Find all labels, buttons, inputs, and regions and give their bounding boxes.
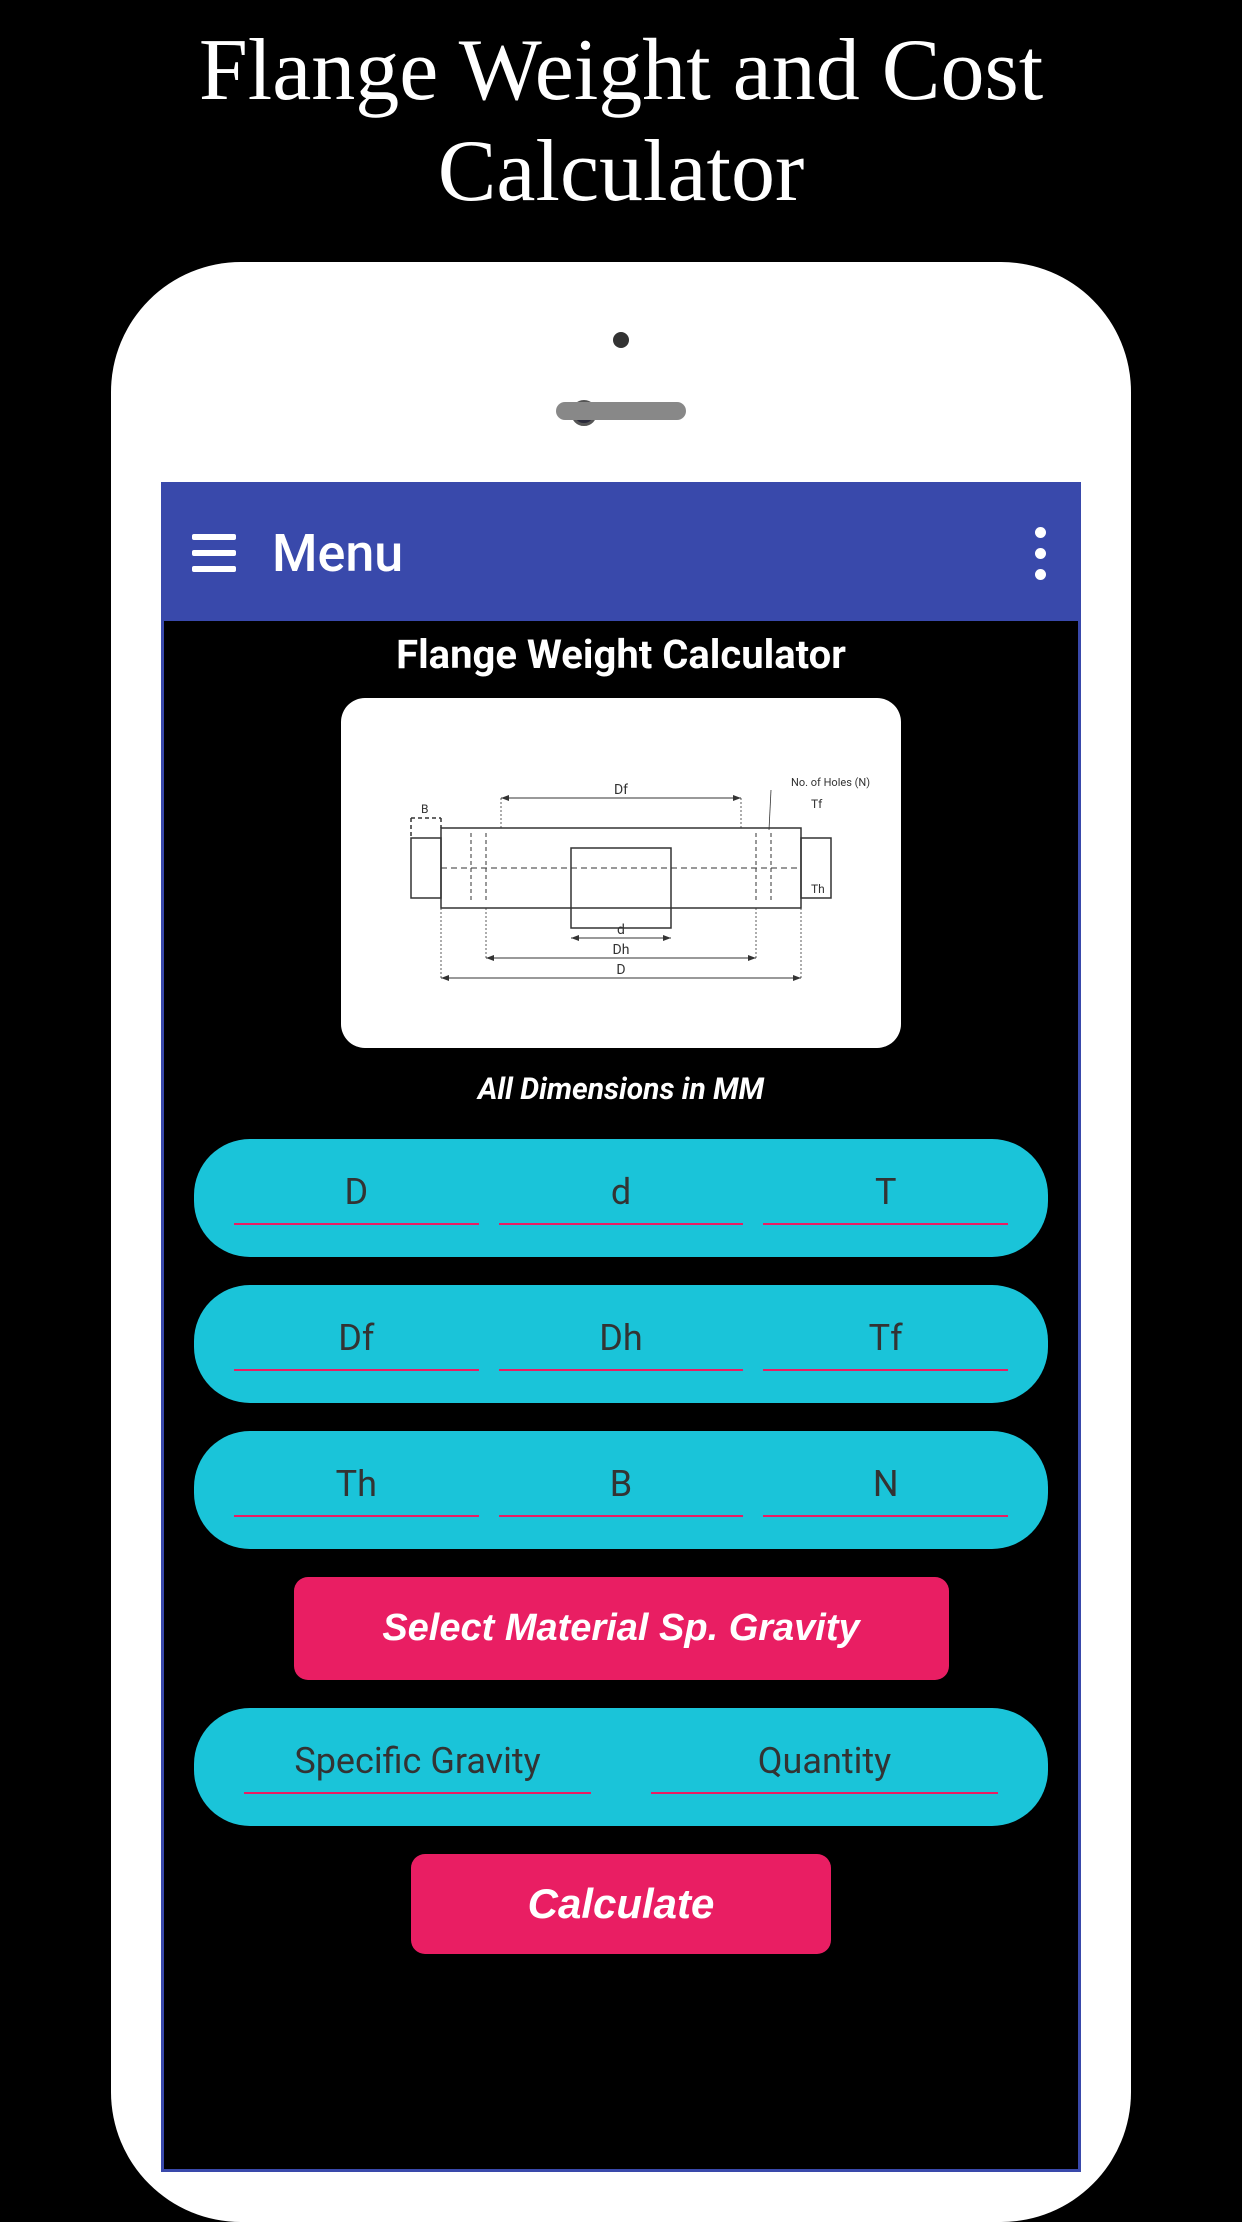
input-specific-gravity[interactable]: Specific Gravity — [244, 1740, 591, 1794]
select-material-button[interactable]: Select Material Sp. Gravity — [294, 1577, 949, 1680]
phone-frame: Menu Flange Weight Calculator — [111, 262, 1131, 2222]
input-d-lower[interactable]: d — [499, 1171, 744, 1225]
svg-text:Th: Th — [811, 882, 825, 896]
dimensions-note: All Dimensions in MM — [194, 1072, 1048, 1107]
promo-title: Flange Weight and Cost Calculator — [0, 0, 1242, 242]
input-th[interactable]: Th — [234, 1463, 479, 1517]
input-df[interactable]: Df — [234, 1317, 479, 1371]
input-b[interactable]: B — [499, 1463, 744, 1517]
input-dh[interactable]: Dh — [499, 1317, 744, 1371]
flange-diagram: Df d Dh — [341, 698, 901, 1048]
app-bar-title: Menu — [272, 523, 403, 584]
svg-text:D: D — [616, 962, 625, 978]
input-row-4: Specific Gravity Quantity — [194, 1708, 1048, 1826]
input-row-2: Df Dh Tf — [194, 1285, 1048, 1403]
kebab-menu-icon[interactable] — [1035, 527, 1046, 580]
input-tf[interactable]: Tf — [763, 1317, 1008, 1371]
app-screen: Menu Flange Weight Calculator — [161, 482, 1081, 2172]
svg-text:No. of Holes (N): No. of Holes (N) — [791, 776, 870, 789]
phone-speaker — [556, 402, 686, 420]
flange-schematic-svg: Df d Dh — [371, 758, 871, 1008]
input-t-upper[interactable]: T — [763, 1171, 1008, 1225]
svg-text:Df: Df — [614, 782, 628, 798]
page-title: Flange Weight Calculator — [194, 631, 1048, 678]
input-row-1: D d T — [194, 1139, 1048, 1257]
svg-text:B: B — [421, 802, 428, 816]
phone-sensor — [613, 332, 629, 348]
svg-text:Dh: Dh — [613, 942, 630, 958]
calculate-button[interactable]: Calculate — [411, 1854, 831, 1954]
input-quantity[interactable]: Quantity — [651, 1740, 998, 1794]
svg-text:Tf: Tf — [811, 797, 823, 811]
input-row-3: Th B N — [194, 1431, 1048, 1549]
svg-text:d: d — [617, 922, 625, 938]
hamburger-menu-icon[interactable] — [192, 534, 236, 572]
input-n[interactable]: N — [763, 1463, 1008, 1517]
app-bar: Menu — [164, 485, 1078, 621]
input-d-upper[interactable]: D — [234, 1171, 479, 1225]
content-area: Flange Weight Calculator — [164, 621, 1078, 1974]
